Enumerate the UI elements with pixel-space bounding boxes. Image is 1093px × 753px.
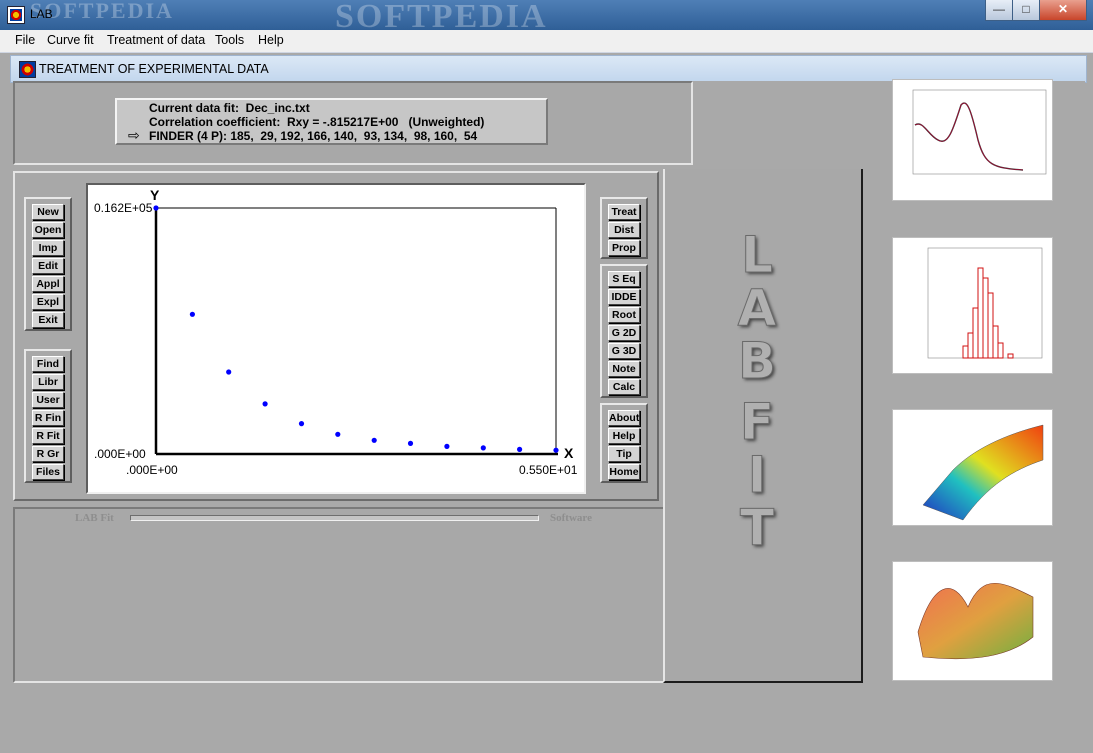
lab-fit-logo: L A B F I T	[727, 226, 787, 557]
files-button[interactable]: Files	[32, 464, 64, 480]
logo-letter-b: B	[737, 332, 777, 390]
main-panel: New Open Imp Edit Appl Expl Exit Find Li…	[13, 171, 659, 501]
menu-treatment-of-data[interactable]: Treatment of data	[107, 33, 205, 47]
menu-help[interactable]: Help	[258, 33, 284, 47]
data-points	[153, 205, 559, 453]
data-point	[262, 401, 268, 407]
prop-button[interactable]: Prop	[608, 240, 640, 256]
r-fin-button[interactable]: R Fin	[32, 410, 64, 426]
arrow-right-icon: ⇨	[128, 127, 140, 143]
app-icon[interactable]	[7, 6, 25, 24]
x-tick-max: 0.550E+01	[519, 463, 578, 477]
appl-button[interactable]: Appl	[32, 276, 64, 292]
open-button[interactable]: Open	[32, 222, 64, 238]
menu-tools[interactable]: Tools	[215, 33, 244, 47]
user-button[interactable]: User	[32, 392, 64, 408]
data-point	[480, 445, 486, 451]
data-point	[444, 443, 450, 449]
data-point	[335, 431, 341, 437]
treat-button[interactable]: Treat	[608, 204, 640, 220]
g-2d-button[interactable]: G 2D	[608, 325, 640, 341]
home-button[interactable]: Home	[608, 464, 640, 480]
idde-button[interactable]: IDDE	[608, 289, 640, 305]
data-point	[226, 369, 232, 375]
chart-frame: Y 0.162E+05 .000E+00 X .000E+00 0.550E+0…	[86, 183, 586, 494]
thumbnail-histogram[interactable]	[892, 237, 1053, 374]
info-panel: Current data fit: Dec_inc.txt Correlatio…	[13, 81, 693, 165]
data-point	[517, 446, 523, 452]
s-eq-button[interactable]: S Eq	[608, 271, 640, 287]
scatter-chart	[153, 205, 559, 456]
data-point	[298, 421, 305, 427]
logo-letter-a: A	[737, 279, 777, 337]
file-button-group: New Open Imp Edit Appl Expl Exit	[24, 197, 72, 331]
y-tick-max: 0.162E+05	[94, 201, 153, 215]
r-gr-button[interactable]: R Gr	[32, 446, 64, 462]
data-point	[407, 440, 414, 446]
menu-bar: File Curve fit Treatment of data Tools H…	[0, 30, 1093, 53]
find-button[interactable]: Find	[32, 356, 64, 372]
minimize-button[interactable]: —	[985, 0, 1013, 21]
thumbnail-3d-mesh[interactable]	[892, 561, 1053, 681]
new-button[interactable]: New	[32, 204, 64, 220]
bottom-panel: LAB Fit Software	[13, 507, 693, 683]
logo-panel: L A B F I T	[663, 169, 863, 683]
info-correlation: Correlation coefficient: Rxy = -.815217E…	[149, 115, 485, 129]
x-tick-min: .000E+00	[126, 463, 178, 477]
edit-button[interactable]: Edit	[32, 258, 64, 274]
help-button[interactable]: Help	[608, 428, 640, 444]
thumbnail-3d-surface[interactable]	[892, 409, 1053, 526]
tools-button-group: S Eq IDDE Root G 2D G 3D Note Calc	[600, 264, 648, 398]
progress-bar	[130, 515, 539, 521]
g-3d-button[interactable]: G 3D	[608, 343, 640, 359]
info-current-fit: Current data fit: Dec_inc.txt	[149, 101, 310, 115]
logo-letter-l: L	[741, 226, 774, 284]
client-area: Current data fit: Dec_inc.txt Correlatio…	[13, 79, 1085, 747]
imp-button[interactable]: Imp	[32, 240, 64, 256]
window-title: LAB	[30, 7, 53, 21]
x-axis-label: X	[564, 445, 574, 461]
r-fit-button[interactable]: R Fit	[32, 428, 64, 444]
logo-letter-t: T	[739, 499, 775, 557]
data-point	[553, 447, 559, 453]
libr-button[interactable]: Libr	[32, 374, 64, 390]
maximize-button[interactable]: □	[1012, 0, 1040, 21]
exit-button[interactable]: Exit	[32, 312, 64, 328]
progress-right-text: Software	[550, 512, 592, 524]
info-box: Current data fit: Dec_inc.txt Correlatio…	[115, 98, 548, 145]
data-point	[371, 437, 377, 443]
progress-left-text: LAB Fit	[75, 512, 114, 524]
dist-button[interactable]: Dist	[608, 222, 640, 238]
menu-file[interactable]: File	[15, 33, 35, 47]
window-title-bar: SOFTPEDIA SOFTPEDIA LAB — □ ✕	[0, 0, 1093, 35]
expl-button[interactable]: Expl	[32, 294, 64, 310]
logo-letter-f: F	[739, 393, 775, 451]
root-button[interactable]: Root	[608, 307, 640, 323]
close-button[interactable]: ✕	[1039, 0, 1087, 21]
menu-curve-fit[interactable]: Curve fit	[47, 33, 94, 47]
help-button-group: About Help Tip Home	[600, 403, 648, 483]
logo-letter-i: I	[747, 446, 767, 504]
fit-button-group: Find Libr User R Fin R Fit R Gr Files	[24, 349, 72, 483]
thumbnail-curve-fit-graph[interactable]	[892, 79, 1053, 201]
data-point	[153, 205, 159, 211]
y-tick-min: .000E+00	[94, 447, 146, 461]
calc-button[interactable]: Calc	[608, 379, 640, 395]
about-button[interactable]: About	[608, 410, 640, 426]
treat-button-group: Treat Dist Prop	[600, 197, 648, 259]
tip-button[interactable]: Tip	[608, 446, 640, 462]
child-window-icon[interactable]	[19, 61, 36, 78]
data-point	[189, 311, 195, 317]
info-finder: FINDER (4 P): 185, 29, 192, 166, 140, 93…	[149, 129, 478, 143]
note-button[interactable]: Note	[608, 361, 640, 377]
child-window-title: TREATMENT OF EXPERIMENTAL DATA	[39, 62, 269, 76]
